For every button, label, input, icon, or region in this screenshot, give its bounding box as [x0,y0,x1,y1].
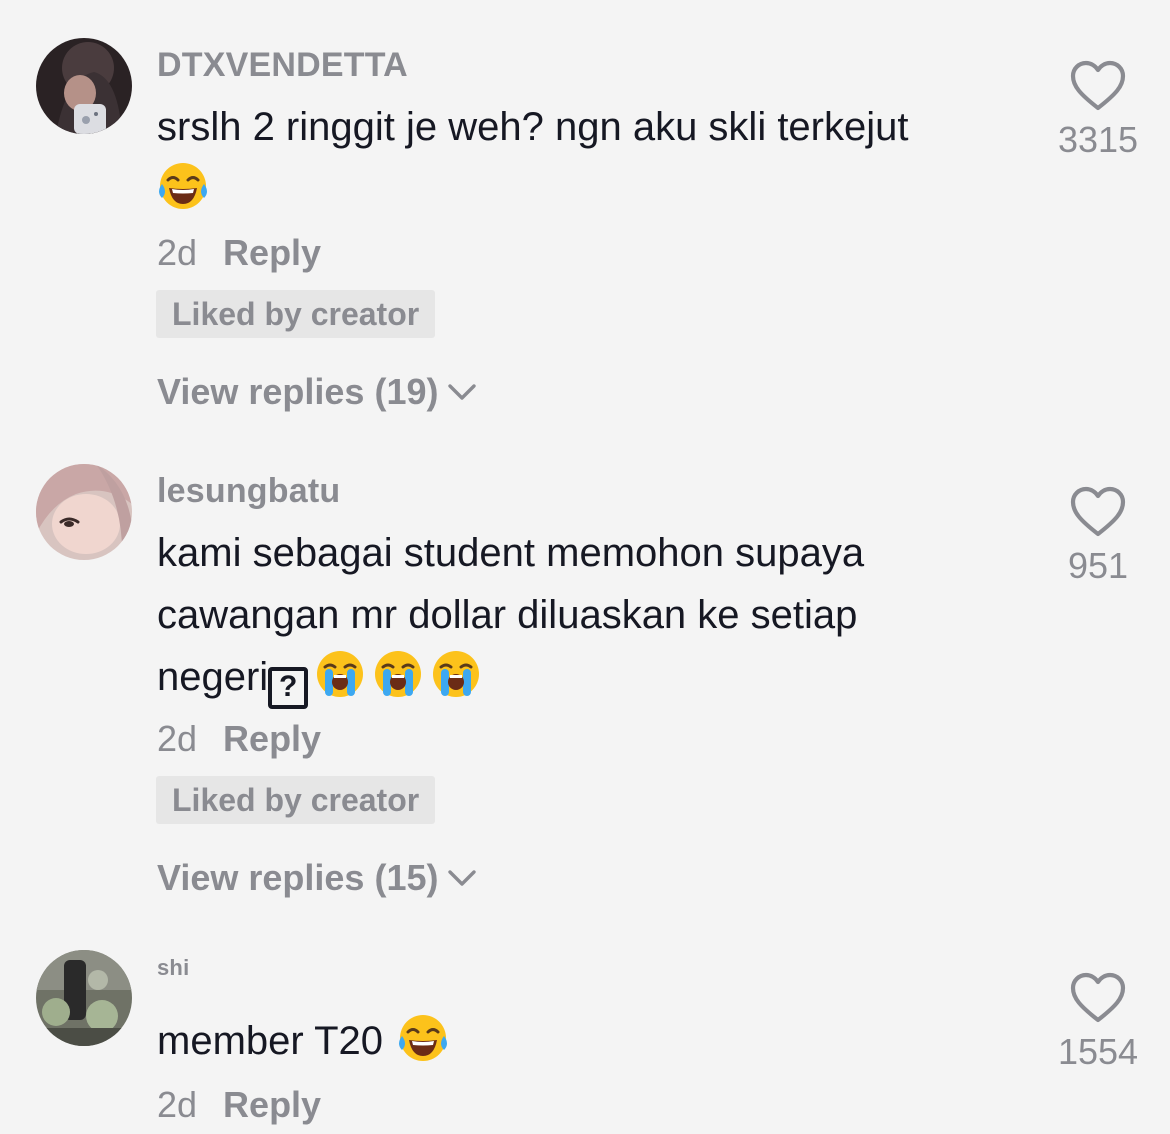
loudly-crying-face-icon [372,648,424,700]
avatar[interactable] [36,38,132,134]
reply-button[interactable]: Reply [223,718,321,759]
comment-text: member T20 [157,1010,1017,1072]
heart-icon[interactable] [1070,60,1126,112]
comment-meta: 2d Reply [157,233,321,273]
reply-button[interactable]: Reply [223,232,321,273]
comment-time: 2d [157,718,198,759]
face-with-tears-of-joy-icon [397,1012,449,1064]
chevron-down-icon [446,376,478,408]
heart-icon[interactable] [1070,486,1126,538]
avatar[interactable] [36,950,132,1046]
like-count: 951 [1067,545,1129,586]
comment-username[interactable]: lesungbatu [157,472,340,510]
liked-by-creator-badge: Liked by creator [156,290,436,338]
comment-text-line: srslh 2 ringgit je weh? ngn aku skli ter… [157,105,909,149]
view-replies-label: View replies (15) [157,857,439,898]
unknown-glyph-box: ? [268,667,309,709]
comment-text: srslh 2 ringgit je weh? ngn aku skli ter… [157,96,1017,220]
comment-time: 2d [157,232,198,273]
view-replies-button[interactable]: View replies (19) [157,372,478,412]
heart-icon[interactable] [1070,972,1126,1024]
like-column: 951 [1040,486,1156,586]
comment-username[interactable]: DTXVENDETTA [157,46,408,84]
comment-username[interactable]: shi [157,956,189,980]
face-with-tears-of-joy-icon [157,160,209,212]
comment-text-line: member T20 [157,1019,384,1063]
chevron-down-icon [446,862,478,894]
comment-meta: 2d Reply [157,719,321,759]
avatar[interactable] [36,464,132,560]
loudly-crying-face-icon [314,648,366,700]
comment-text: kami sebagai student memohon supaya cawa… [157,522,1017,709]
comment-text-line: negeri [157,655,269,699]
comments-panel: DTXVENDETTA srslh 2 ringgit je weh? ngn … [0,0,1170,1134]
loudly-crying-face-icon [430,648,482,700]
view-replies-button[interactable]: View replies (15) [157,858,478,898]
like-count: 1554 [1057,1031,1139,1072]
reply-button[interactable]: Reply [223,1084,321,1125]
liked-by-creator-badge: Liked by creator [156,776,436,824]
like-column: 1554 [1040,972,1156,1072]
comment-text-line: cawangan mr dollar diluaskan ke setiap [157,593,858,637]
comment-text-line: kami sebagai student memohon supaya [157,531,865,575]
like-count: 3315 [1057,119,1139,160]
view-replies-label: View replies (19) [157,371,439,412]
like-column: 3315 [1040,60,1156,160]
comment-meta: 2d Reply [157,1085,321,1125]
comment-time: 2d [157,1084,198,1125]
